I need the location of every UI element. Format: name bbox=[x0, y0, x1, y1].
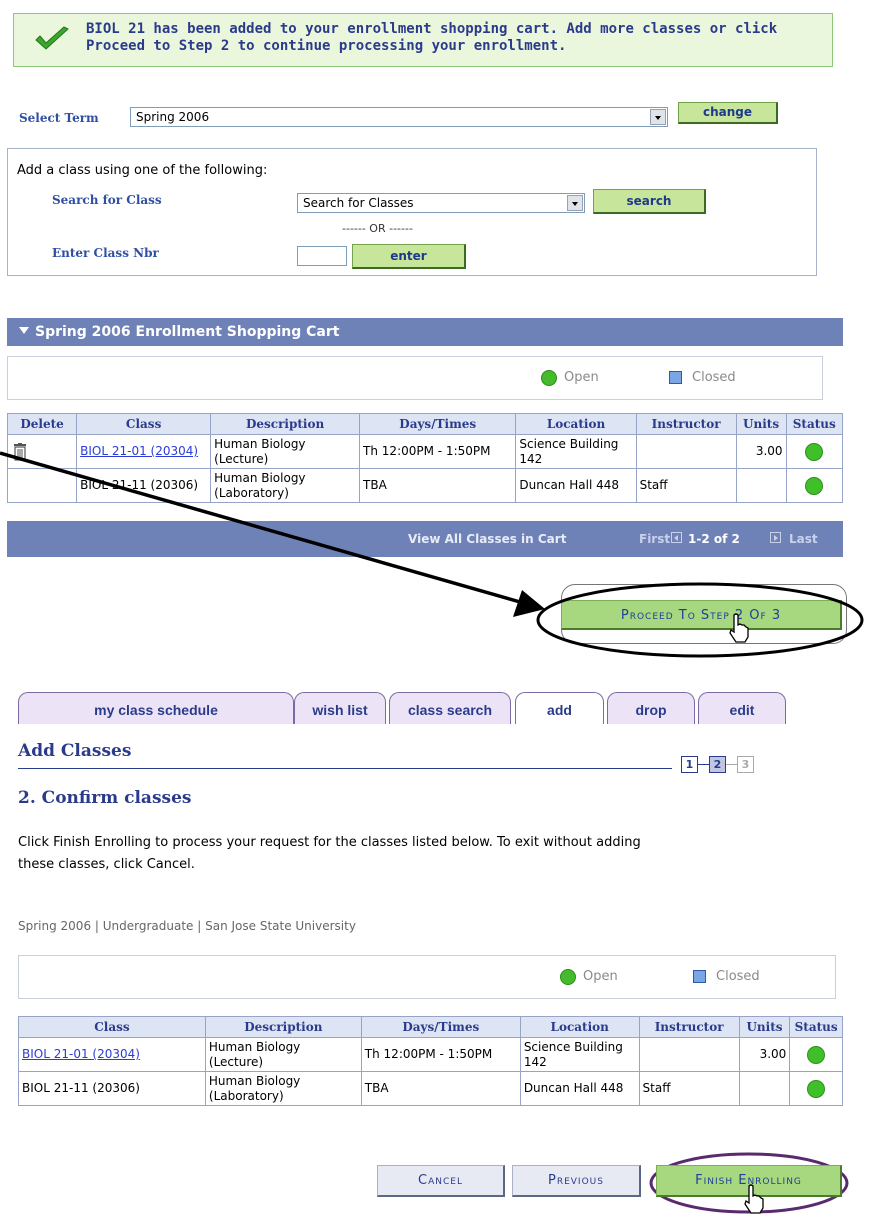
title-divider bbox=[18, 768, 672, 769]
days-times-cell: TBA bbox=[360, 1071, 521, 1106]
cancel-button[interactable]: Cancel bbox=[377, 1165, 505, 1197]
confirm-legend: Open Closed bbox=[18, 955, 836, 999]
column-header: Units bbox=[738, 1016, 791, 1038]
units-cell bbox=[738, 1071, 791, 1106]
tab-edit[interactable]: edit bbox=[698, 692, 786, 724]
location-cell: Science Building 142 bbox=[519, 1037, 640, 1072]
step-1-indicator: 1 bbox=[681, 756, 698, 773]
hand-cursor-icon bbox=[744, 1184, 764, 1214]
location-cell: Duncan Hall 448 bbox=[519, 1071, 640, 1106]
column-header: Days/Times bbox=[360, 1016, 521, 1038]
tab-my-class-schedule[interactable]: my class schedule bbox=[18, 692, 294, 724]
legend-open-label: Open bbox=[583, 969, 618, 984]
closed-status-icon bbox=[693, 970, 706, 983]
step-3-indicator: 3 bbox=[737, 756, 754, 773]
column-header: Class bbox=[18, 1016, 206, 1038]
column-header: Instructor bbox=[638, 1016, 740, 1038]
term-context: Spring 2006 | Undergraduate | San Jose S… bbox=[18, 919, 356, 933]
class-cell[interactable]: BIOL 21-01 (20304) bbox=[18, 1037, 206, 1072]
column-header: Description bbox=[204, 1016, 362, 1038]
previous-button[interactable]: Previous bbox=[512, 1165, 641, 1197]
step-2-indicator: 2 bbox=[709, 756, 726, 773]
annotation-arrow-line bbox=[0, 451, 521, 604]
description-cell: Human Biology (Laboratory) bbox=[204, 1071, 362, 1106]
tab-wish-list[interactable]: wish list bbox=[294, 692, 386, 724]
hand-cursor-icon bbox=[729, 613, 749, 643]
column-header: Status bbox=[789, 1016, 843, 1038]
open-status-icon bbox=[560, 969, 576, 985]
column-header: Location bbox=[519, 1016, 640, 1038]
tab-add[interactable]: add bbox=[515, 692, 604, 724]
step-connector bbox=[726, 764, 737, 765]
confirm-classes-table: Class Description Days/Times Location In… bbox=[18, 1016, 843, 1106]
page-title: Add Classes bbox=[18, 741, 132, 761]
status-cell bbox=[789, 1071, 843, 1106]
days-times-cell: Th 12:00PM - 1:50PM bbox=[360, 1037, 521, 1072]
tab-drop[interactable]: drop bbox=[607, 692, 695, 724]
step-connector bbox=[698, 764, 709, 765]
table-row: BIOL 21-11 (20306) Human Biology (Labora… bbox=[18, 1071, 843, 1106]
instructions-text: Click Finish Enrolling to process your r… bbox=[18, 835, 641, 872]
class-cell: BIOL 21-11 (20306) bbox=[18, 1071, 206, 1106]
units-cell: 3.00 bbox=[738, 1037, 791, 1072]
tab-class-search[interactable]: class search bbox=[389, 692, 511, 724]
annotation-oval bbox=[536, 582, 864, 658]
instructor-cell: Staff bbox=[638, 1071, 740, 1106]
open-status-icon bbox=[807, 1045, 826, 1064]
table-header-row: Class Description Days/Times Location In… bbox=[18, 1016, 843, 1038]
class-link[interactable]: BIOL 21-01 (20304) bbox=[22, 1047, 140, 1061]
instructor-cell bbox=[638, 1037, 740, 1072]
section-subtitle: 2. Confirm classes bbox=[18, 788, 192, 808]
open-status-icon bbox=[807, 1079, 826, 1098]
table-row: BIOL 21-01 (20304) Human Biology (Lectur… bbox=[18, 1037, 843, 1072]
legend-closed-label: Closed bbox=[716, 969, 760, 984]
description-cell: Human Biology (Lecture) bbox=[204, 1037, 362, 1072]
status-cell bbox=[789, 1037, 843, 1072]
